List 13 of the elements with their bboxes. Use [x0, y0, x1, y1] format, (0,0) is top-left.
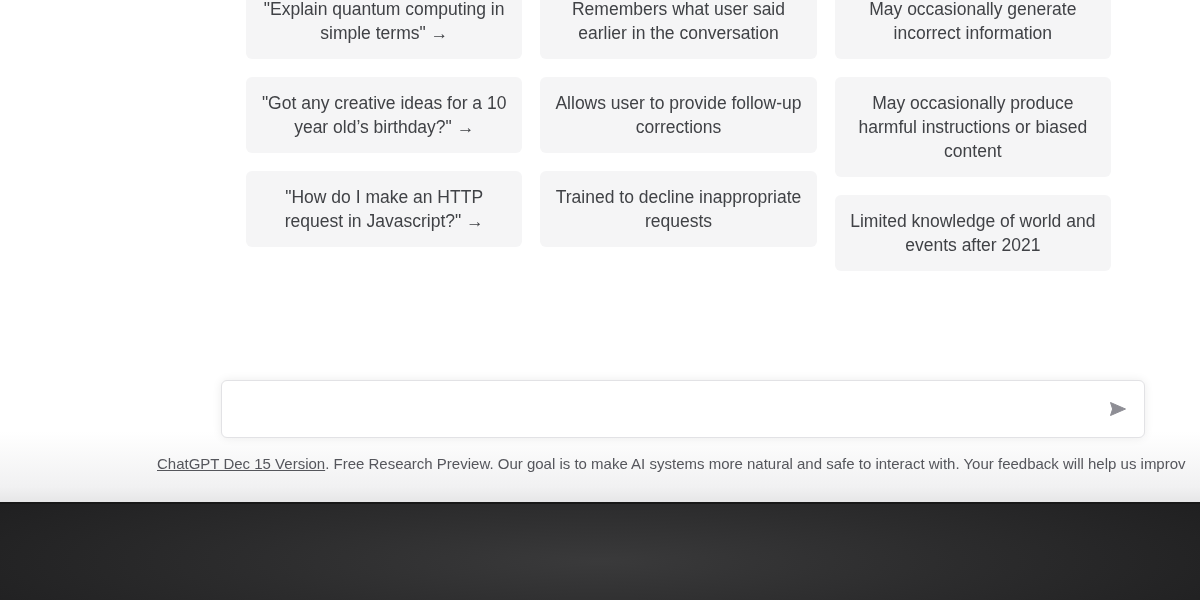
footer-disclaimer: ChatGPT Dec 15 Version. Free Research Preview. Our goal is to make AI systems more natural and safe to interact with. Your feedback will help us improv	[157, 454, 1186, 474]
example-prompt-button[interactable]: "How do I make an HTTP request in Javascript?" →	[246, 171, 523, 247]
limitation-card: Limited knowledge of world and events after 2021	[834, 195, 1111, 271]
capability-card: Remembers what user said earlier in the conversation	[540, 0, 817, 59]
send-icon	[1110, 402, 1126, 416]
example-prompt-button[interactable]: "Explain quantum computing in simple terms" →	[246, 0, 523, 59]
capability-card: Allows user to provide follow-up corrections	[540, 77, 817, 153]
limitation-card: May occasionally generate incorrect information	[834, 0, 1111, 59]
limitation-card: May occasionally produce harmful instructions or biased content	[834, 77, 1111, 177]
example-prompt-button[interactable]: "Got any creative ideas for a 10 year old’s birthday?" →	[246, 77, 523, 153]
version-link[interactable]: ChatGPT Dec 15 Version	[157, 455, 326, 472]
message-input[interactable]	[221, 380, 1145, 438]
capability-card: Trained to decline inappropriate requests	[540, 171, 817, 247]
